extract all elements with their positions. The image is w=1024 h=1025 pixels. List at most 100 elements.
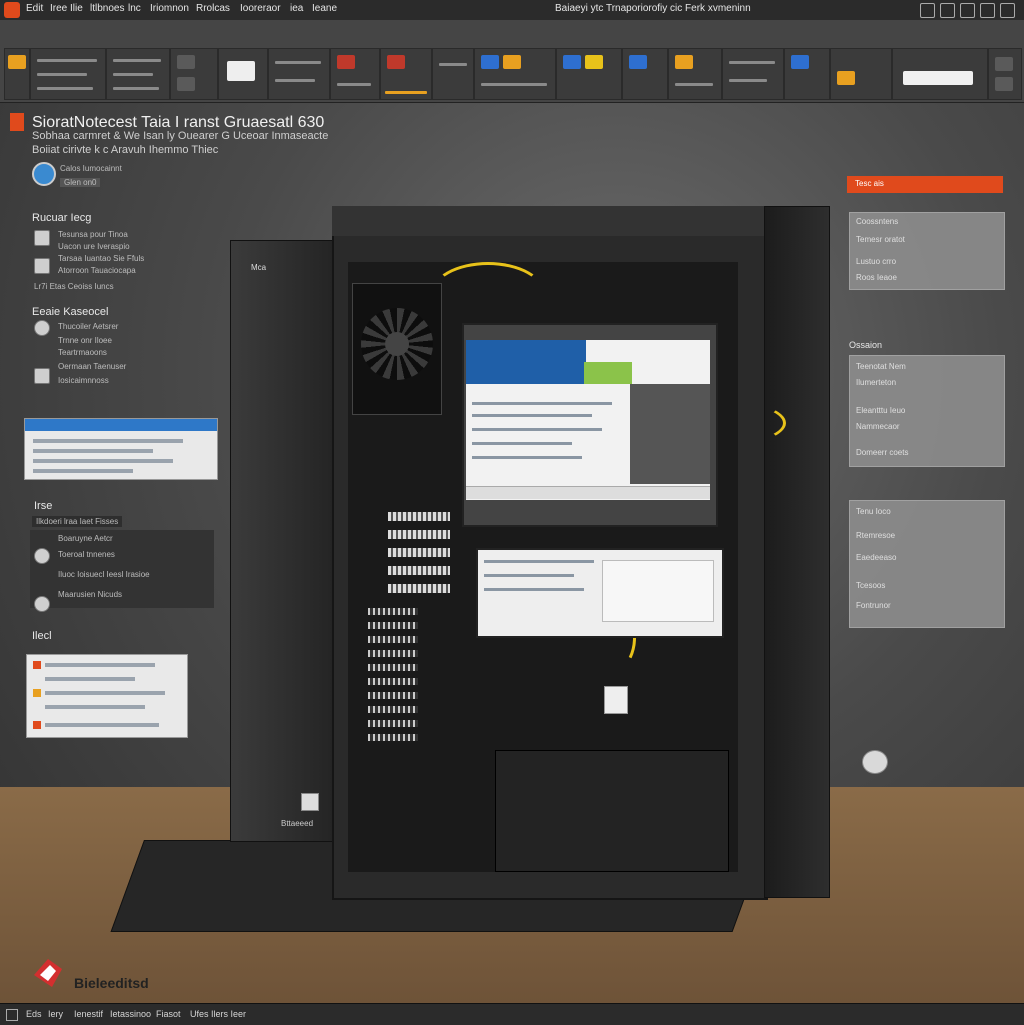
ribbon-group-6[interactable] bbox=[268, 48, 330, 100]
left-row[interactable]: Thucoiler Aetsrer bbox=[58, 322, 118, 331]
ribbon-group-3[interactable] bbox=[106, 48, 170, 100]
right-row[interactable]: Teenotat Nem bbox=[856, 362, 906, 371]
screen-text bbox=[472, 456, 582, 459]
ribbon-group-10[interactable] bbox=[474, 48, 556, 100]
menu-item-2[interactable]: Iree bbox=[50, 3, 67, 14]
right-row[interactable]: Nammecaor bbox=[856, 422, 900, 431]
status-icon[interactable] bbox=[6, 1009, 18, 1021]
right-row[interactable]: Lustuo crro bbox=[856, 257, 896, 266]
ribbon-group-11[interactable] bbox=[556, 48, 622, 100]
grid-icon[interactable] bbox=[920, 3, 935, 18]
left-row[interactable]: Uacon ure Iveraspio bbox=[58, 242, 130, 251]
screen-text bbox=[472, 428, 602, 431]
menu-item-9[interactable]: iea bbox=[290, 3, 303, 14]
left-section-2-title: Eeaie Kaseocel bbox=[32, 306, 109, 318]
square-icon[interactable] bbox=[940, 3, 955, 18]
ribbon-group-8[interactable] bbox=[380, 48, 432, 100]
menu-item-3[interactable]: Ilie bbox=[70, 3, 83, 14]
right-row[interactable]: Roos Ieaoe bbox=[856, 273, 897, 282]
page-subtitle-2: Boiiat cirivte k c Aravuh Ihemmo Thiec bbox=[32, 144, 219, 156]
left-row[interactable]: Lr7i Etas Ceoiss Iuncs bbox=[34, 282, 114, 291]
doc-icon bbox=[10, 113, 24, 131]
left-section-3-subtitle: Ilkdoeri lraa Iaet Fisses bbox=[32, 516, 123, 527]
settings-icon[interactable] bbox=[980, 3, 995, 18]
status-item[interactable]: Fiasot bbox=[156, 1009, 181, 1019]
left-row[interactable]: Boaruyne Aetcr bbox=[58, 534, 113, 543]
ribbon-group-2[interactable] bbox=[30, 48, 106, 100]
secondary-screen bbox=[476, 548, 724, 638]
right-row[interactable]: Eaedeeaso bbox=[856, 553, 896, 562]
right-panel-3: Tenu Ioco Rtemresoe Eaedeeaso Tcesoos Fo… bbox=[849, 500, 1005, 628]
screen-banner bbox=[466, 340, 586, 384]
case-right-panel bbox=[764, 206, 830, 898]
cable bbox=[430, 262, 546, 328]
left-section-4-title: Ilecl bbox=[32, 630, 52, 642]
profile-line-1: Calos Iumocainnt bbox=[60, 164, 122, 173]
menu-bar: Edit Iree Ilie ltlbnoes lnc Iriomnon Rro… bbox=[0, 0, 1024, 21]
preview-card[interactable] bbox=[24, 418, 218, 480]
left-row[interactable]: Toeroal tnnenes bbox=[58, 550, 115, 559]
ribbon-group-14[interactable] bbox=[722, 48, 784, 100]
right-row[interactable]: Eleantttu Ieuo bbox=[856, 406, 905, 415]
ribbon-group-5[interactable] bbox=[218, 48, 268, 100]
right-row[interactable]: Temesr oratot bbox=[856, 235, 905, 244]
left-row[interactable]: Iluoc Ioisuecl Ieesl Irasioe bbox=[58, 570, 150, 579]
menu-edit[interactable]: Edit bbox=[26, 3, 43, 14]
right-row[interactable]: Coossntens bbox=[856, 217, 898, 226]
right-row[interactable]: Tenu Ioco bbox=[856, 507, 891, 516]
ribbon-group-15[interactable] bbox=[784, 48, 830, 100]
close-icon[interactable] bbox=[1000, 3, 1015, 18]
left-row[interactable]: Teartrmaoons bbox=[58, 348, 107, 357]
case-logo-icon bbox=[301, 793, 319, 811]
status-item[interactable]: Eds bbox=[26, 1009, 42, 1019]
right-panel-2: Teenotat Nem Ilumerteton Eleantttu Ieuo … bbox=[849, 355, 1005, 467]
ribbon-group-13[interactable] bbox=[668, 48, 722, 100]
ribbon-group-17[interactable] bbox=[892, 48, 988, 100]
brand-logo-icon bbox=[34, 959, 62, 987]
left-section-3-title: Irse bbox=[34, 500, 53, 512]
status-bar: Eds Iery Ienestif Ietassinoo Fiasot Ufes… bbox=[0, 1003, 1024, 1025]
status-item[interactable]: Ietassinoo bbox=[110, 1009, 151, 1019]
status-item[interactable]: Iery bbox=[48, 1009, 63, 1019]
menu-item-7[interactable]: Rrolcas bbox=[196, 3, 230, 14]
ribbon-group-12[interactable] bbox=[622, 48, 668, 100]
ribbon-group-9[interactable] bbox=[432, 48, 474, 100]
left-row[interactable]: Iosicaimnnoss bbox=[58, 376, 109, 385]
item-icon bbox=[34, 368, 50, 384]
app-logo-icon[interactable] bbox=[4, 2, 20, 18]
screen-sidebar bbox=[630, 384, 710, 484]
menu-item-10[interactable]: Ieane bbox=[312, 3, 337, 14]
case-brand-label: Mca bbox=[251, 263, 267, 272]
right-panel-header-label: Tesc ais bbox=[855, 179, 884, 188]
right-row[interactable]: Tcesoos bbox=[856, 581, 885, 590]
right-row[interactable]: Rtemresoe bbox=[856, 531, 895, 540]
right-row[interactable]: Ilumerteton bbox=[856, 378, 896, 387]
menu-item-8[interactable]: Iooreraor bbox=[240, 3, 281, 14]
preview-card-2[interactable] bbox=[26, 654, 188, 738]
right-row[interactable]: Fontrunor bbox=[856, 601, 891, 610]
case-front-panel: Mca Bttaeeed bbox=[230, 240, 344, 842]
globe-icon[interactable] bbox=[32, 162, 56, 186]
right-row[interactable]: Domeerr coets bbox=[856, 448, 908, 457]
menu-item-4[interactable]: ltlbnoes bbox=[90, 3, 124, 14]
lock-icon[interactable] bbox=[960, 3, 975, 18]
status-item[interactable]: Ienestif bbox=[74, 1009, 103, 1019]
chat-bubble-icon[interactable] bbox=[862, 750, 888, 774]
ribbon-group-1[interactable] bbox=[4, 48, 30, 100]
left-row[interactable]: Maarusien Nicuds bbox=[58, 590, 122, 599]
left-row[interactable]: Trnne onr Iloee bbox=[58, 336, 112, 345]
expansion-slots bbox=[388, 508, 458, 598]
left-row[interactable]: Tesunsa pour Tinoa bbox=[58, 230, 128, 239]
status-item[interactable]: Ufes Ilers Ieer bbox=[190, 1009, 246, 1019]
menu-item-6[interactable]: Iriomnon bbox=[150, 3, 189, 14]
ribbon-group-4[interactable] bbox=[170, 48, 218, 100]
menu-item-5[interactable]: lnc bbox=[128, 3, 141, 14]
left-row[interactable]: Atorroon Tauaciocapa bbox=[58, 266, 136, 275]
ribbon-group-7[interactable] bbox=[330, 48, 380, 100]
left-row[interactable]: Oermaan Taenuser bbox=[58, 362, 126, 371]
profile-line-2[interactable]: Glen on0 bbox=[60, 178, 101, 187]
ribbon-group-18[interactable] bbox=[988, 48, 1022, 100]
right-panel-header[interactable]: Tesc ais bbox=[847, 176, 1003, 193]
ribbon-group-16[interactable] bbox=[830, 48, 892, 100]
left-row[interactable]: Tarsaa Iuantao Sie Ffuls bbox=[58, 254, 144, 263]
